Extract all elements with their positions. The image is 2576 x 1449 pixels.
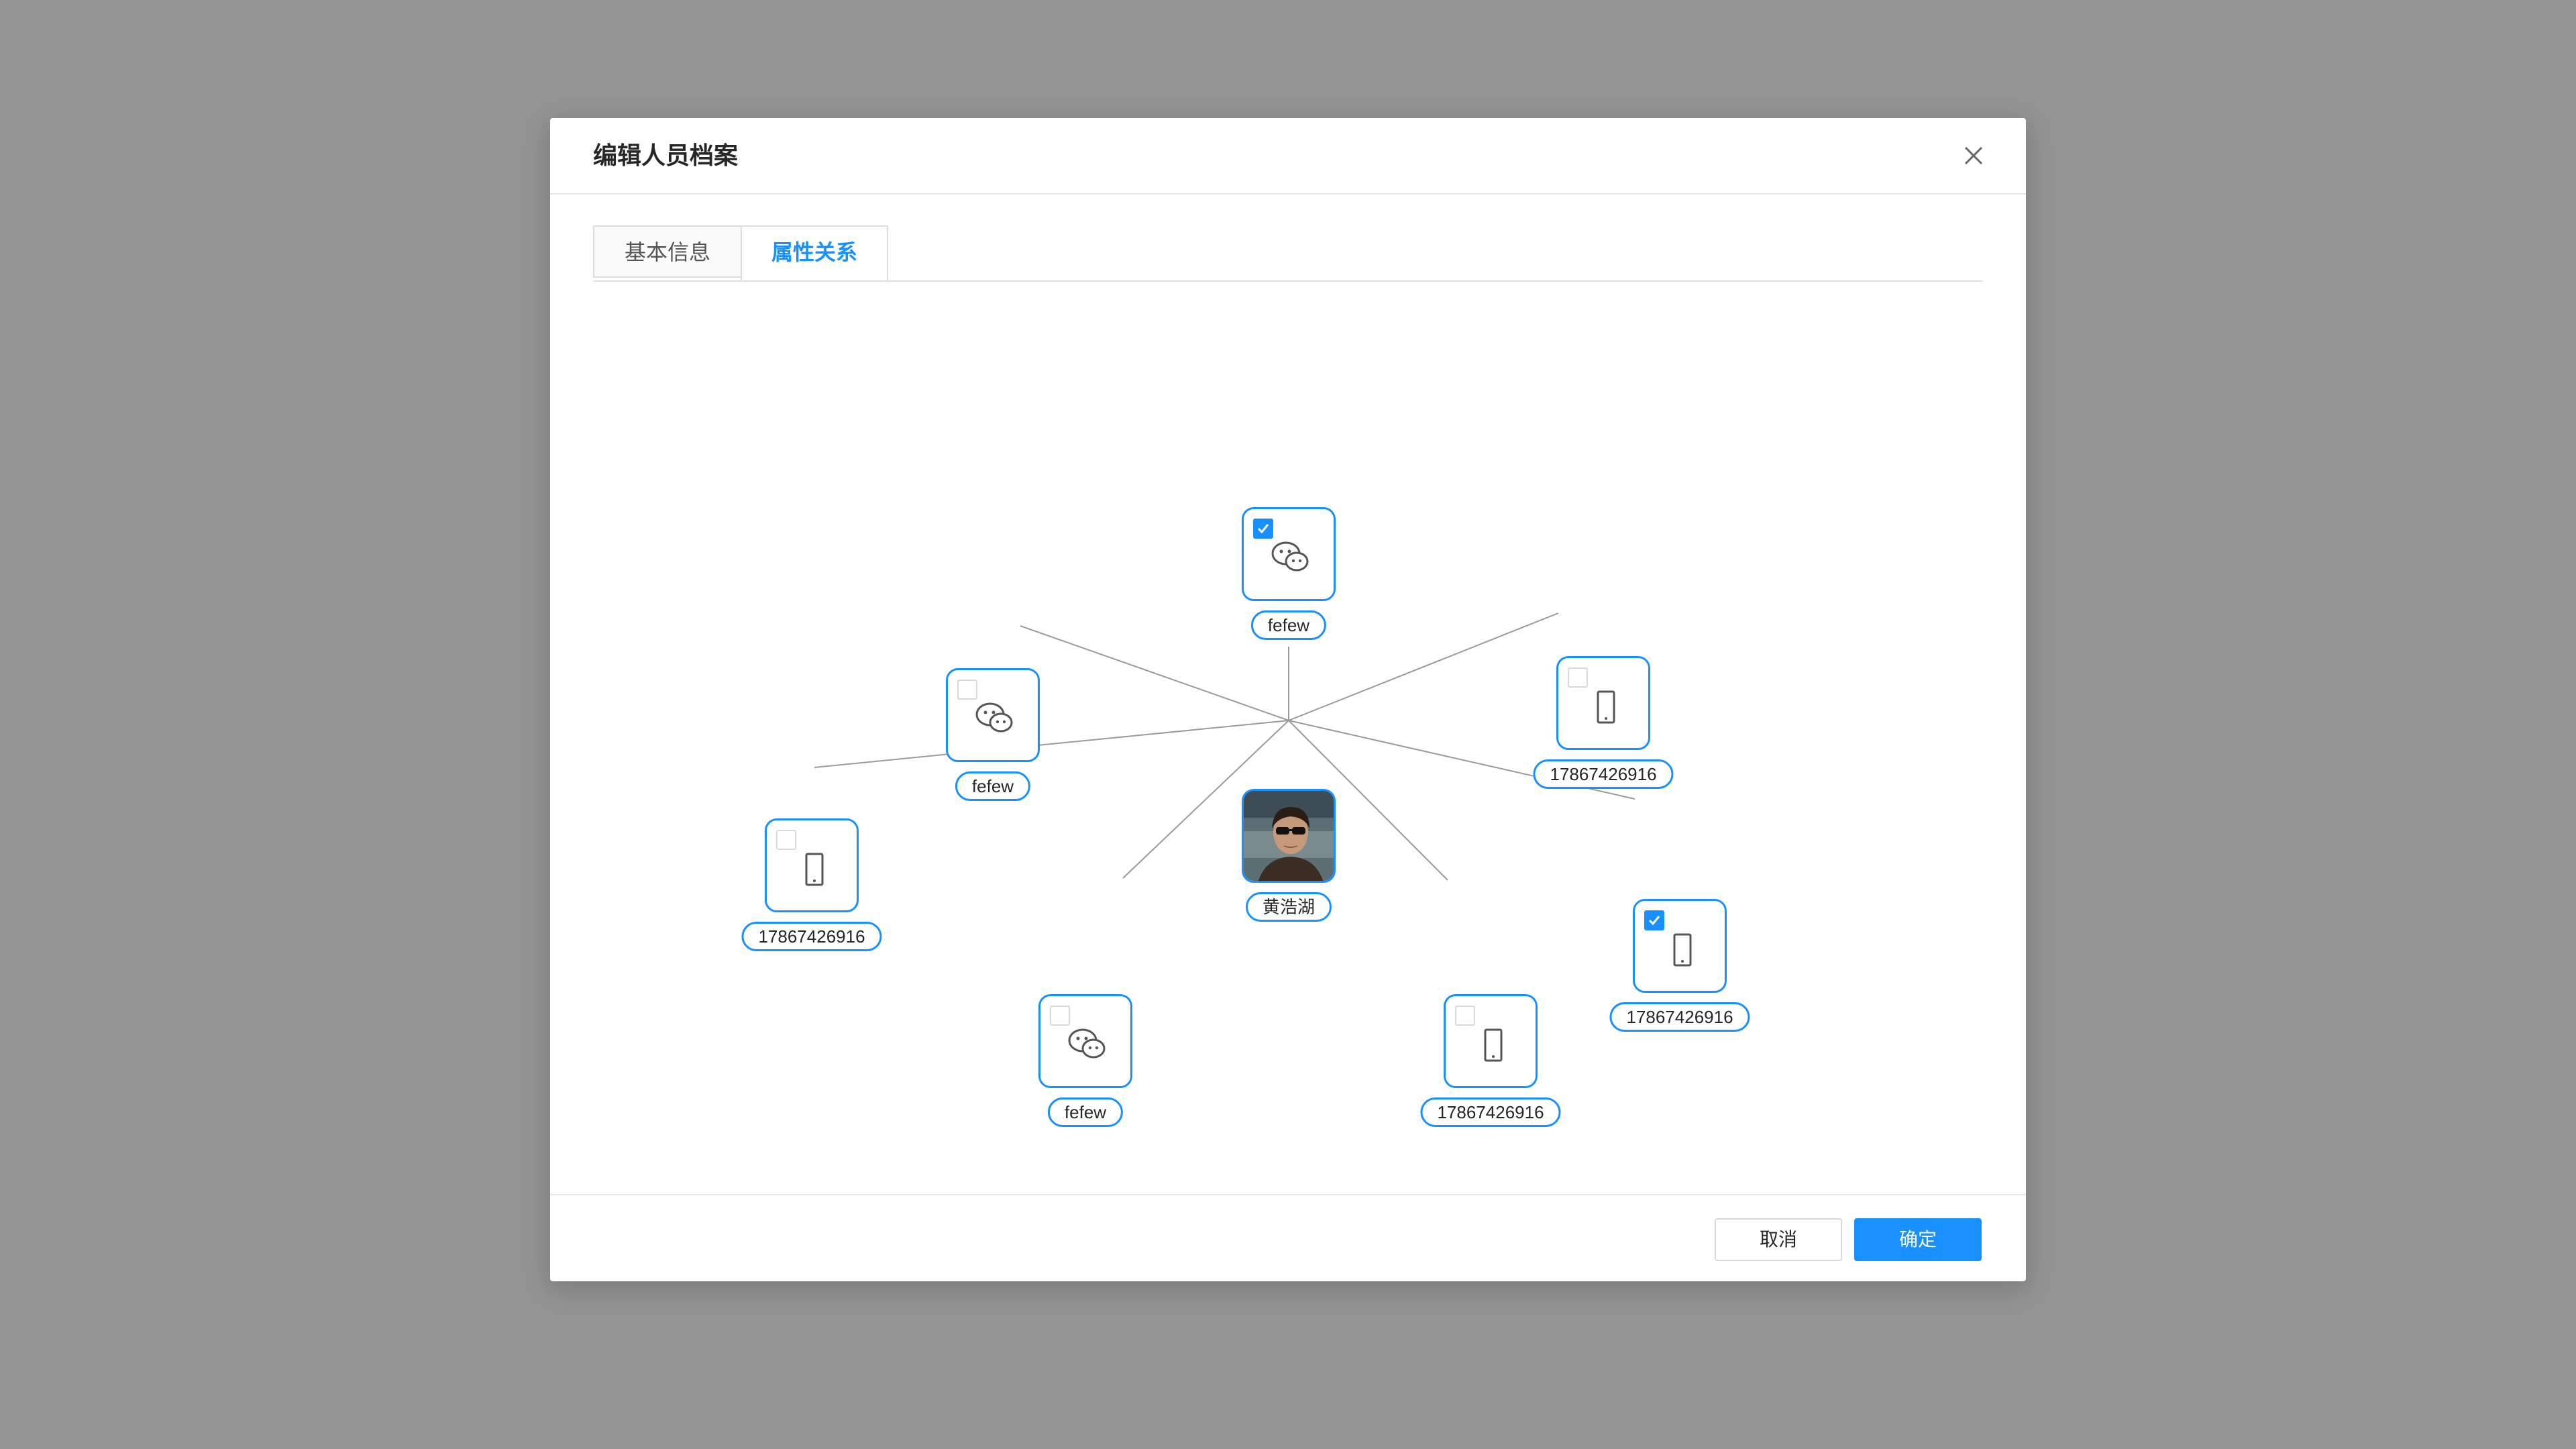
confirm-button[interactable]: 确定: [1854, 1218, 1982, 1261]
cancel-button[interactable]: 取消: [1715, 1218, 1842, 1261]
node-label: 17867426916: [1420, 1097, 1561, 1127]
edge-line: [1288, 612, 1559, 721]
phone-icon: [805, 853, 824, 886]
edge-line: [814, 720, 1289, 768]
close-icon: [1964, 146, 1983, 165]
graph-node-phone[interactable]: [1444, 994, 1538, 1088]
edge-line: [1020, 625, 1289, 721]
center-person-node[interactable]: [1242, 789, 1336, 883]
phone-icon: [1673, 933, 1692, 967]
graph-node-wechat[interactable]: [1242, 507, 1336, 601]
node-label: fefew: [1250, 610, 1327, 640]
node-label: 17867426916: [1609, 1002, 1750, 1032]
person-avatar: [1244, 791, 1334, 881]
close-button[interactable]: [1959, 141, 1988, 170]
edit-profile-dialog: 编辑人员档案 基本信息 属性关系 fefew fefew 17867426916…: [550, 118, 2026, 1281]
wechat-icon: [1068, 1028, 1106, 1059]
center-person-label: 黄浩湖: [1245, 892, 1332, 922]
dialog-header: 编辑人员档案: [550, 118, 2026, 195]
graph-node-phone[interactable]: [765, 818, 859, 912]
wechat-icon: [975, 702, 1013, 733]
node-label: 17867426916: [1533, 759, 1674, 789]
tab-attribute-relations[interactable]: 属性关系: [741, 225, 888, 280]
relation-graph: fefew fefew 17867426916 17867426916 1786…: [550, 282, 2026, 1308]
node-label: fefew: [955, 771, 1031, 801]
dialog-title: 编辑人员档案: [593, 142, 739, 169]
tab-basic-info[interactable]: 基本信息: [593, 225, 741, 278]
graph-node-wechat[interactable]: [946, 668, 1040, 762]
graph-node-wechat[interactable]: [1038, 994, 1132, 1088]
graph-node-phone[interactable]: [1556, 656, 1650, 750]
phone-icon: [1484, 1028, 1503, 1062]
tab-bar: 基本信息 属性关系: [593, 225, 1983, 282]
wechat-icon: [1271, 541, 1309, 572]
phone-icon: [1597, 690, 1615, 724]
graph-node-phone[interactable]: [1633, 899, 1727, 993]
dialog-footer: 取消 确定: [550, 1194, 2026, 1283]
node-label: fefew: [1047, 1097, 1124, 1127]
node-label: 17867426916: [741, 922, 882, 951]
